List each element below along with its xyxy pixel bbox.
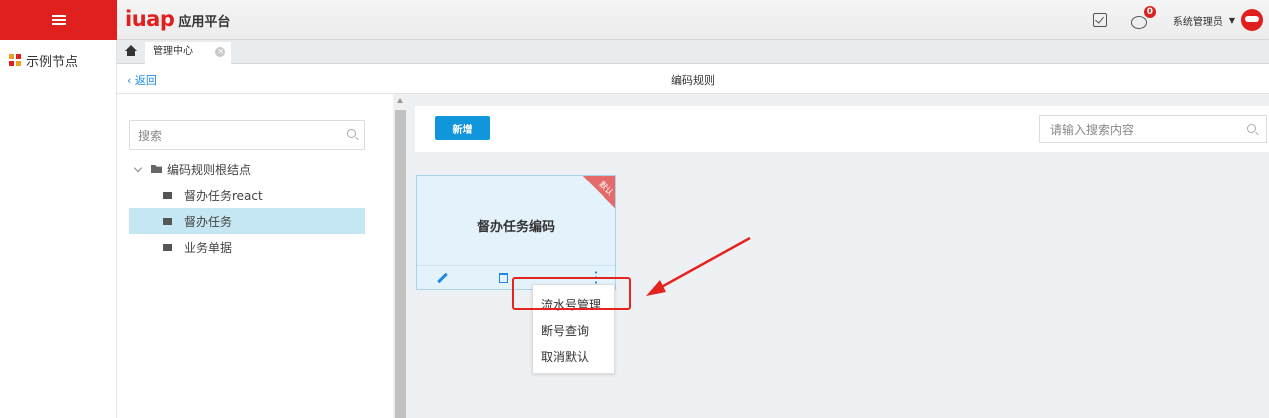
sidebar-item-example-node[interactable]: 示例节点 xyxy=(0,40,116,80)
avatar[interactable] xyxy=(1241,9,1263,31)
tab-management-center[interactable]: 管理中心 xyxy=(145,42,231,64)
menu-item-gap-query[interactable]: 断号查询 xyxy=(541,322,589,339)
search-icon[interactable] xyxy=(1247,124,1256,133)
card-title: 督办任务编码 xyxy=(476,220,555,235)
tree-node-label: 督办任务 xyxy=(184,214,233,229)
scroll-up-icon[interactable] xyxy=(397,98,403,103)
close-icon[interactable] xyxy=(215,42,225,62)
chevron-down-icon[interactable] xyxy=(133,163,143,172)
tree-panel: 搜索 编码规则根结点 督办任务react 督办任务 业务单据 xyxy=(117,94,393,418)
tree-search-input[interactable]: 搜索 xyxy=(129,120,365,150)
main-search-placeholder: 请输入搜索内容 xyxy=(1050,122,1135,137)
vertical-scrollbar[interactable] xyxy=(393,94,408,418)
trash-icon[interactable] xyxy=(499,273,508,283)
menu-toggle-button[interactable] xyxy=(0,0,117,40)
header-actions: 0 系统管理员 ▼ xyxy=(1092,0,1269,40)
home-icon[interactable] xyxy=(125,45,137,56)
hamburger-icon xyxy=(51,15,66,25)
tree-node[interactable]: 督办任务react xyxy=(129,182,365,208)
folder-icon xyxy=(163,217,172,225)
tree-node-label: 业务单据 xyxy=(184,240,233,255)
tree-node[interactable]: 业务单据 xyxy=(129,234,365,260)
tree-node-label: 编码规则根结点 xyxy=(167,162,252,177)
rule-card[interactable]: 默认 督办任务编码 xyxy=(416,175,616,290)
message-icon xyxy=(1130,16,1147,29)
edit-pencil-icon[interactable] xyxy=(437,272,448,284)
user-name[interactable]: 系统管理员 xyxy=(1173,13,1223,28)
folder-icon xyxy=(163,191,172,199)
tree-search-placeholder: 搜索 xyxy=(138,128,163,143)
page-title: 编码规则 xyxy=(671,74,715,87)
folder-icon xyxy=(163,243,172,251)
annotation-highlight-box xyxy=(512,277,631,310)
top-bar: iuap 应用平台 0 系统管理员 ▼ xyxy=(117,0,1269,40)
page-header: ‹ 返回 编码规则 xyxy=(117,64,1269,94)
tree-node-root[interactable]: 编码规则根结点 xyxy=(129,156,365,182)
main-search-input[interactable]: 请输入搜索内容 xyxy=(1039,115,1267,143)
scrollbar-thumb[interactable] xyxy=(395,110,406,418)
tree-node-selected[interactable]: 督办任务 xyxy=(129,208,365,234)
caret-down-icon[interactable]: ▼ xyxy=(1229,16,1235,25)
sidebar-item-label: 示例节点 xyxy=(26,54,79,70)
logo-text: iuap xyxy=(125,7,175,31)
tab-label: 管理中心 xyxy=(153,46,193,57)
sidebar: 示例节点 xyxy=(0,40,117,418)
tree: 编码规则根结点 督办任务react 督办任务 业务单据 xyxy=(129,156,365,260)
message-button[interactable]: 0 xyxy=(1130,6,1156,29)
task-check-icon[interactable] xyxy=(1092,13,1107,27)
tab-strip: 管理中心 xyxy=(117,40,1269,64)
add-button[interactable]: 新增 xyxy=(435,116,490,140)
annotation-arrow xyxy=(646,236,751,296)
logo-subtitle: 应用平台 xyxy=(178,15,231,30)
app-logo[interactable]: iuap 应用平台 xyxy=(125,7,230,31)
default-ribbon-label: 默认 xyxy=(597,179,615,198)
message-count-badge: 0 xyxy=(1143,6,1156,18)
folder-open-icon xyxy=(151,165,162,173)
tree-node-label: 督办任务react xyxy=(184,188,263,203)
main-toolbar: 新增 请输入搜索内容 xyxy=(415,106,1269,152)
menu-item-cancel-default[interactable]: 取消默认 xyxy=(541,348,589,365)
default-ribbon: 默认 xyxy=(583,176,615,208)
apps-grid-icon xyxy=(9,54,21,66)
search-icon[interactable] xyxy=(347,129,356,138)
